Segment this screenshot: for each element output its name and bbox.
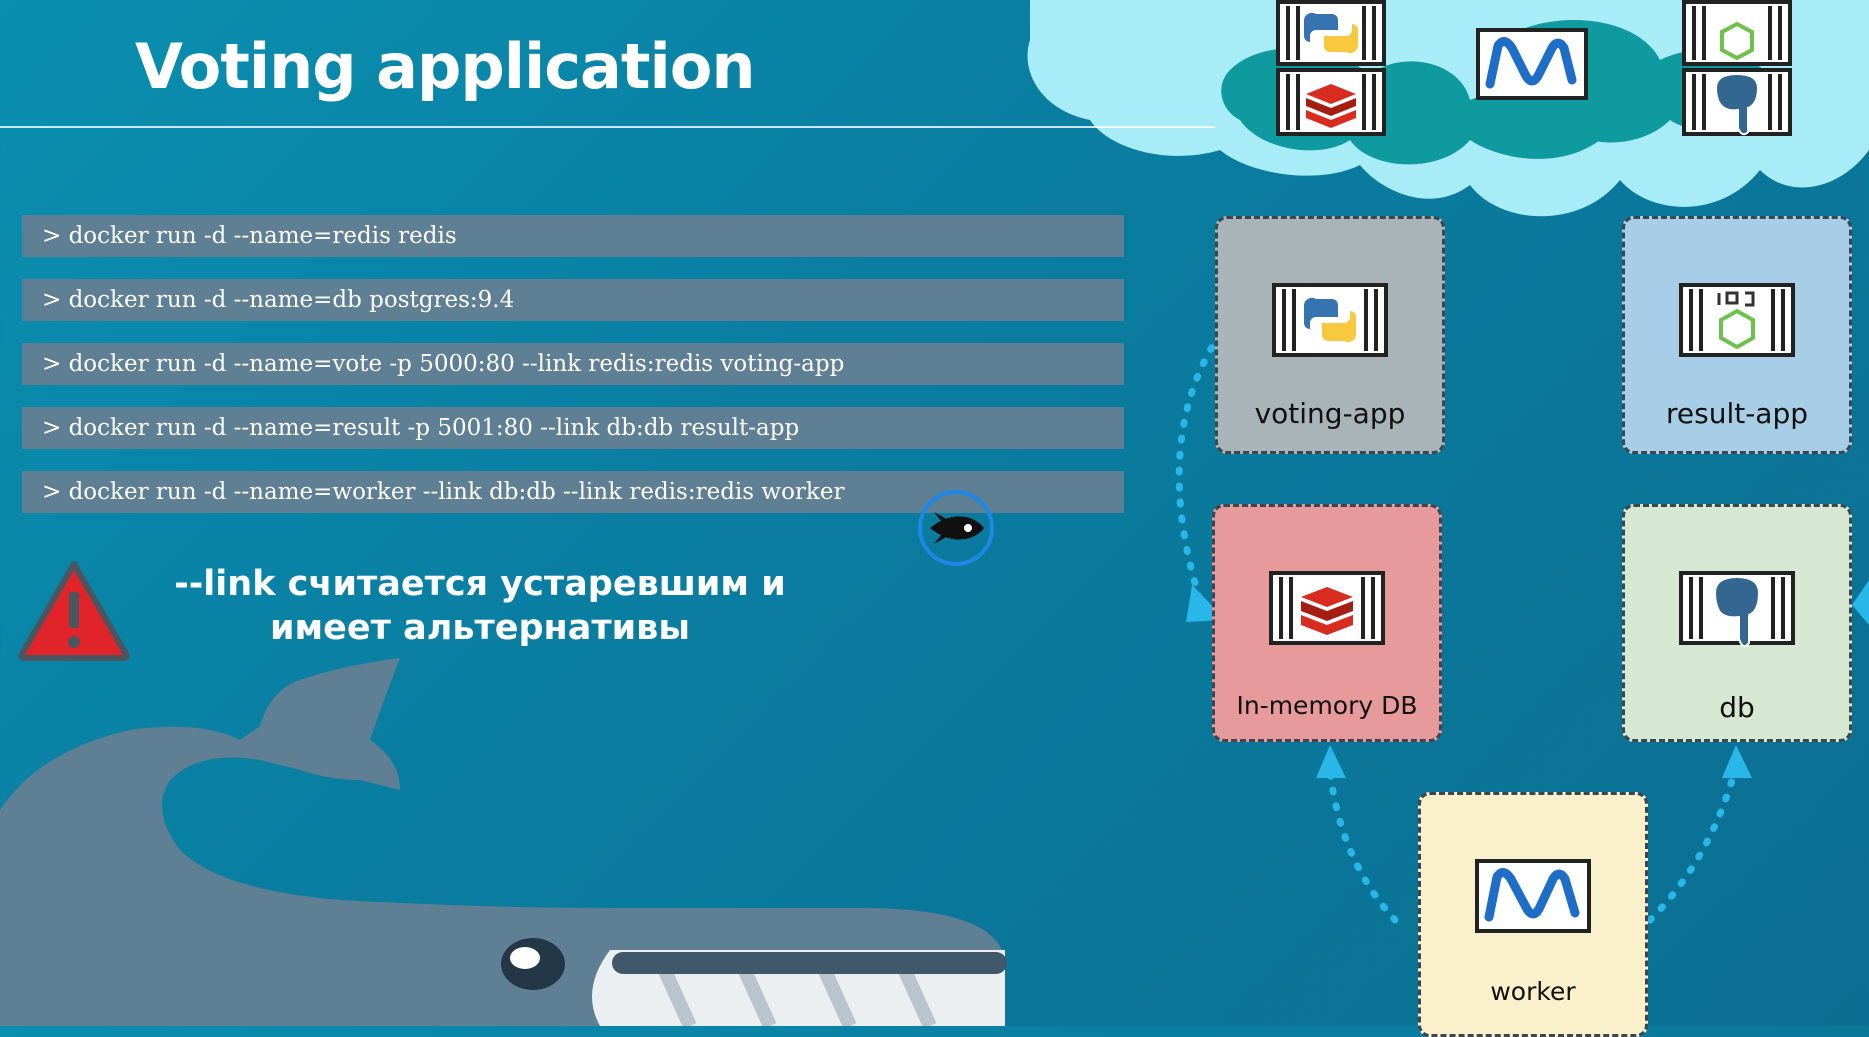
command-line-result: > docker run -d --name=result -p 5001:80… — [22, 407, 1124, 449]
node-result-app: result-app — [1622, 216, 1852, 454]
node-label-in-memory-db: In-memory DB — [1236, 691, 1418, 720]
warning-line-2: имеет альтернативы — [270, 608, 690, 648]
deprecation-warning-text: --link считается устаревшим и имеет альт… — [150, 562, 810, 650]
redis-container-icon — [1276, 68, 1386, 136]
nodejs-container-icon — [1679, 283, 1795, 357]
postgres-container-icon — [1679, 571, 1795, 648]
node-label-db: db — [1719, 691, 1755, 724]
python-container-icon — [1276, 0, 1386, 66]
dotnet-container-icon — [1475, 859, 1591, 933]
dotnet-container-icon — [1476, 28, 1588, 100]
node-label-worker: worker — [1490, 977, 1576, 1006]
warning-icon — [18, 561, 130, 661]
redis-container-icon — [1269, 571, 1385, 645]
whale-illustration — [0, 658, 1007, 1026]
python-container-icon — [1272, 283, 1388, 357]
node-label-result-app: result-app — [1665, 397, 1809, 430]
rocket-cursor-icon — [918, 490, 994, 566]
arrow-worker-to-db — [1722, 745, 1752, 778]
node-label-voting-app: voting-app — [1254, 397, 1406, 430]
command-line-db: > docker run -d --name=db postgres:9.4 — [22, 279, 1124, 321]
arrow-worker-to-redis — [1316, 745, 1346, 778]
warning-line-1: --link считается устаревшим и — [174, 564, 786, 604]
page-title: Voting application — [135, 30, 755, 103]
command-line-redis: > docker run -d --name=redis redis — [22, 215, 1124, 257]
node-worker: worker — [1418, 792, 1648, 1037]
command-line-vote: > docker run -d --name=vote -p 5000:80 -… — [22, 343, 1124, 385]
nodejs-container-icon — [1682, 0, 1792, 66]
node-voting-app: voting-app — [1215, 216, 1445, 454]
arrow-to-db — [1852, 580, 1869, 625]
node-in-memory-db: In-memory DB — [1212, 504, 1442, 742]
postgres-container-icon — [1682, 68, 1792, 136]
node-db: db — [1622, 504, 1852, 742]
title-divider — [0, 126, 1215, 128]
